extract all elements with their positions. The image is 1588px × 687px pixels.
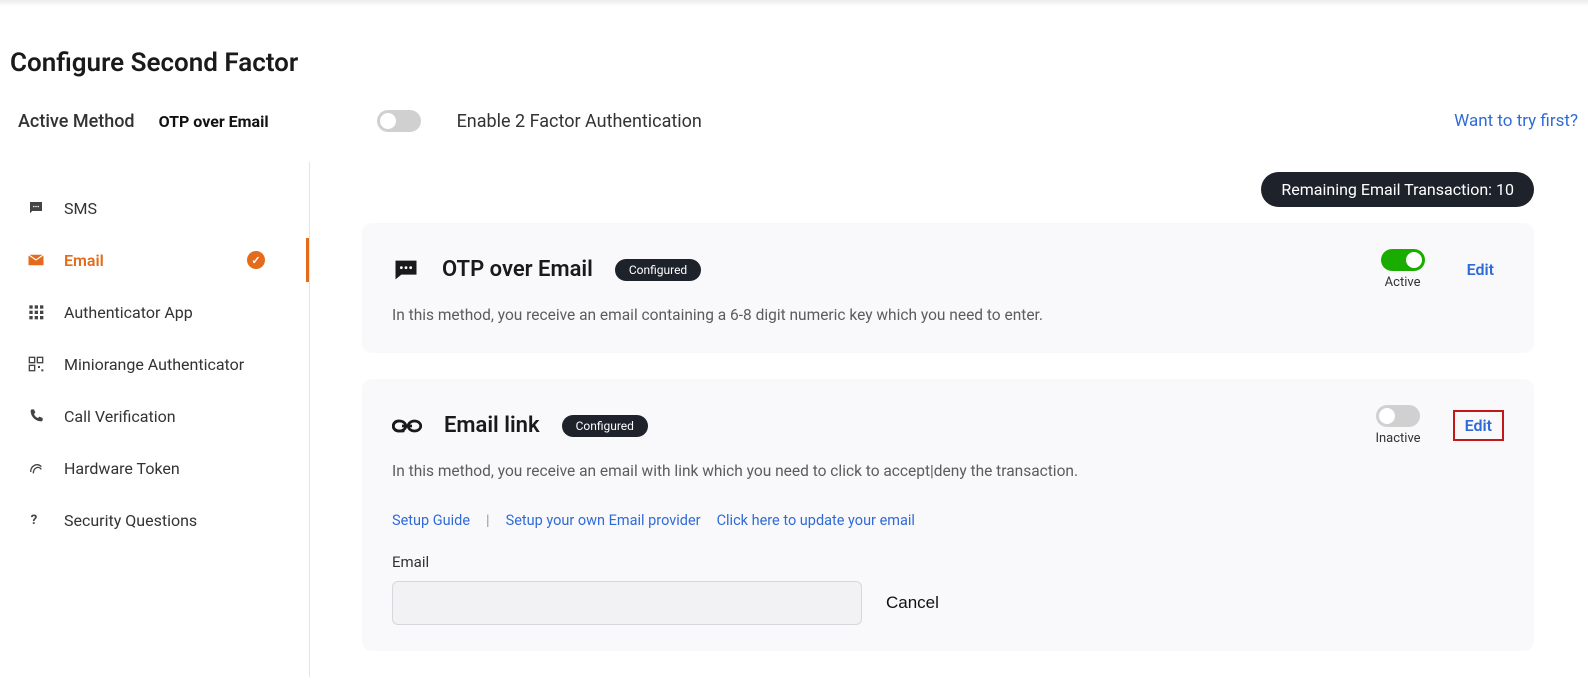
edit-button[interactable]: Edit [1453, 410, 1504, 441]
cancel-button[interactable]: Cancel [886, 593, 939, 613]
question-icon: ? [26, 510, 46, 530]
helper-links-row: Setup Guide | Setup your own Email provi… [392, 512, 1504, 529]
active-toggle[interactable] [1376, 405, 1420, 427]
sidebar-item-label: Email [64, 251, 104, 270]
sidebar-item-label: Authenticator App [64, 303, 193, 322]
sidebar-item-call[interactable]: Call Verification [26, 390, 309, 442]
sidebar-item-label: Hardware Token [64, 459, 180, 478]
sidebar-item-hardware[interactable]: Hardware Token [26, 442, 309, 494]
email-icon [26, 250, 46, 270]
message-icon [392, 256, 420, 284]
active-method-value: OTP over Email [159, 112, 269, 131]
sidebar-item-label: SMS [64, 199, 97, 218]
setup-provider-link[interactable]: Setup your own Email provider [506, 512, 701, 529]
sidebar-item-security-questions[interactable]: ? Security Questions [26, 494, 309, 546]
card-otp-over-email: OTP over Email Configured Active Edit In… [362, 223, 1534, 353]
card-description: In this method, you receive an email wit… [392, 460, 1504, 483]
sidebar-item-miniorange[interactable]: Miniorange Authenticator [26, 338, 309, 390]
card-email-link: Email link Configured Inactive Edit In t… [362, 379, 1534, 650]
setup-guide-link[interactable]: Setup Guide [392, 512, 470, 529]
remaining-transaction-badge: Remaining Email Transaction: 10 [1261, 172, 1534, 207]
status-badge: Configured [615, 259, 701, 281]
page-title: Configure Second Factor [10, 48, 1578, 78]
sidebar-item-sms[interactable]: SMS [26, 182, 309, 234]
enable-2fa-label: Enable 2 Factor Authentication [457, 111, 702, 132]
active-toggle[interactable] [1381, 249, 1425, 271]
sidebar-item-email[interactable]: Email ✓ [26, 234, 309, 286]
enable-2fa-toggle[interactable] [377, 110, 421, 132]
want-to-try-link[interactable]: Want to try first? [1454, 111, 1578, 131]
svg-text:?: ? [31, 513, 38, 528]
card-title: OTP over Email [442, 257, 593, 282]
phone-icon [26, 406, 46, 426]
update-email-link[interactable]: Click here to update your email [717, 512, 915, 529]
qr-icon [26, 354, 46, 374]
sidebar-item-label: Call Verification [64, 407, 176, 426]
sidebar-item-label: Security Questions [64, 511, 197, 530]
content-area: Remaining Email Transaction: 10 OTP over… [310, 162, 1578, 677]
status-badge: Configured [562, 415, 648, 437]
toggle-state-label: Inactive [1375, 431, 1420, 446]
sidebar-item-authenticator-app[interactable]: Authenticator App [26, 286, 309, 338]
toggle-state-label: Active [1385, 275, 1421, 290]
check-icon: ✓ [247, 251, 265, 269]
link-icon [392, 415, 422, 437]
email-field-label: Email [392, 553, 1504, 571]
edit-button[interactable]: Edit [1457, 256, 1504, 283]
card-title: Email link [444, 413, 540, 438]
active-method-label: Active Method [18, 111, 135, 132]
divider: | [486, 512, 490, 529]
active-method-row: Active Method OTP over Email Enable 2 Fa… [10, 110, 1578, 162]
token-icon [26, 458, 46, 478]
sms-icon [26, 198, 46, 218]
sidebar-item-label: Miniorange Authenticator [64, 355, 244, 374]
card-description: In this method, you receive an email con… [392, 304, 1504, 327]
email-input[interactable] [392, 581, 862, 625]
grid-icon [26, 302, 46, 322]
sidebar: SMS Email ✓ Authenticator App Miniorang [10, 162, 310, 677]
